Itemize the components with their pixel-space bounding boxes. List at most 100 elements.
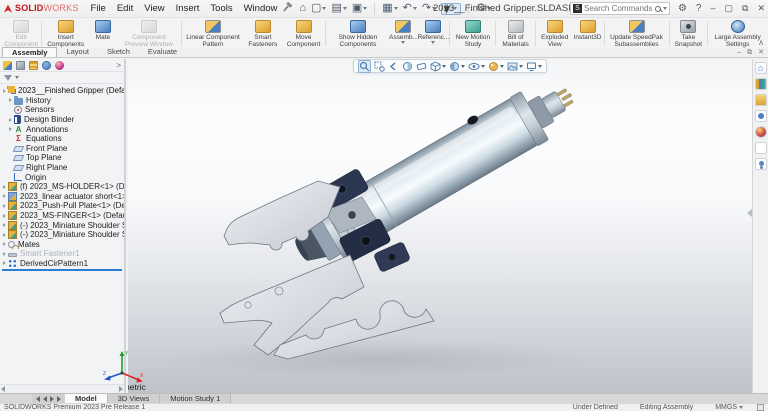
status-units-selector[interactable]: MMGS bbox=[715, 404, 743, 411]
tab-layout[interactable]: Layout bbox=[57, 47, 98, 57]
doc-close-button[interactable]: ✕ bbox=[758, 48, 764, 58]
tree-item-annotations[interactable]: A Annotations bbox=[2, 124, 124, 134]
tree-root-item[interactable]: 2023__Finished Gripper (Default) bbox=[2, 86, 124, 96]
search-dropdown-caret-icon[interactable] bbox=[663, 7, 667, 10]
search-icon[interactable] bbox=[655, 5, 661, 12]
home-button[interactable]: ⌂ bbox=[299, 3, 306, 14]
expand-arrow-icon[interactable] bbox=[3, 184, 6, 189]
close-button[interactable]: ✕ bbox=[757, 2, 765, 14]
view-settings-button[interactable] bbox=[526, 61, 542, 72]
undo-button[interactable]: ↶ bbox=[403, 3, 417, 14]
tab-scroll-last-icon[interactable] bbox=[57, 395, 61, 402]
connector-pin[interactable] bbox=[561, 92, 573, 102]
expand-arrow-icon[interactable] bbox=[3, 194, 6, 199]
clamp-screw[interactable] bbox=[388, 253, 396, 261]
restore-button[interactable]: ⧉ bbox=[742, 2, 748, 14]
appearances-scenes-icon[interactable] bbox=[754, 126, 767, 138]
ribbon-collapse-chevron[interactable]: ∧ bbox=[758, 38, 764, 47]
gripper-assembly-model[interactable] bbox=[128, 59, 752, 393]
tree-item-derived-cir-pattern[interactable]: DerivedCirPattern1 bbox=[2, 258, 124, 269]
menu-edit[interactable]: Edit bbox=[117, 3, 133, 14]
connector-pin[interactable] bbox=[562, 99, 574, 108]
tree-item-shoulder-screw-1[interactable]: (-) 2023_Miniature Shoulder Screw bbox=[2, 220, 124, 230]
search-scope-icon[interactable]: S bbox=[573, 4, 582, 13]
ribbon-move-component-button[interactable]: Move Component bbox=[283, 19, 325, 51]
menu-tools[interactable]: Tools bbox=[210, 3, 232, 14]
tab-motion-study-1[interactable]: Motion Study 1 bbox=[160, 394, 232, 403]
settings-gear-button[interactable]: ⚙ bbox=[678, 3, 687, 14]
save-button[interactable]: ▣ bbox=[352, 3, 368, 14]
doc-minimize-button[interactable]: – bbox=[737, 48, 741, 58]
tree-item-front-plane[interactable]: Front Plane bbox=[2, 144, 124, 154]
design-library-icon[interactable] bbox=[754, 78, 767, 90]
tab-sketch[interactable]: Sketch bbox=[98, 47, 139, 57]
hide-show-items-button[interactable] bbox=[468, 61, 485, 72]
tab-assembly[interactable]: Assembly bbox=[2, 47, 58, 57]
tree-item-sensors[interactable]: Sensors bbox=[2, 105, 124, 115]
expand-arrow-icon[interactable] bbox=[3, 261, 6, 266]
tree-item-equations[interactable]: Σ Equations bbox=[2, 134, 124, 144]
pivot-screw[interactable] bbox=[348, 211, 356, 219]
section-view-button[interactable] bbox=[402, 61, 413, 72]
expand-arrow-icon[interactable] bbox=[3, 223, 6, 228]
open-button[interactable]: ▤ bbox=[331, 3, 347, 14]
status-tag-icon[interactable] bbox=[757, 404, 764, 411]
doc-restore-button[interactable]: ⧉ bbox=[747, 48, 752, 58]
tab-scroll-first-icon[interactable] bbox=[36, 395, 40, 402]
tree-item-design-binder[interactable]: Design Binder bbox=[2, 115, 124, 125]
zoom-to-area-button[interactable] bbox=[374, 61, 385, 72]
tree-item-origin[interactable]: Origin bbox=[2, 172, 124, 182]
solidworks-resources-icon[interactable]: ⌂ bbox=[754, 62, 767, 74]
tree-item-smart-fastener[interactable]: Smart Fastener1 bbox=[2, 249, 124, 259]
tab-evaluate[interactable]: Evaluate bbox=[139, 47, 186, 57]
tree-item-shoulder-screw-2[interactable]: (-) 2023_Miniature Shoulder Screw bbox=[2, 230, 124, 240]
edit-appearance-button[interactable] bbox=[488, 61, 504, 72]
graphics-viewport[interactable]: *Isometric bbox=[128, 59, 752, 393]
menu-insert[interactable]: Insert bbox=[176, 3, 200, 14]
display-style-button[interactable] bbox=[449, 61, 465, 72]
expand-arrow-icon[interactable] bbox=[3, 88, 6, 93]
ribbon-assembly-features-button[interactable]: Assemb... bbox=[388, 19, 418, 48]
expand-arrow-icon[interactable] bbox=[3, 242, 6, 247]
tree-item-right-plane[interactable]: Right Plane bbox=[2, 163, 124, 173]
ribbon-smart-fasteners-button[interactable]: Smart Fasteners bbox=[243, 19, 282, 48]
expand-arrow-icon[interactable] bbox=[9, 117, 12, 122]
ribbon-mate-button[interactable]: Mate bbox=[88, 19, 118, 48]
rollback-bar[interactable] bbox=[2, 269, 122, 272]
new-document-button[interactable]: ▢ bbox=[311, 3, 327, 14]
featuremanager-tree-tab-icon[interactable] bbox=[3, 60, 12, 70]
expand-arrow-icon[interactable] bbox=[3, 213, 6, 218]
dynamic-annotation-views-button[interactable] bbox=[416, 61, 427, 72]
tree-item-ms-finger[interactable]: 2023_MS-FINGER<1> (Default) bbox=[2, 211, 124, 221]
tree-item-top-plane[interactable]: Top Plane bbox=[2, 153, 124, 163]
tab-scroll-left-icon[interactable] bbox=[43, 395, 47, 402]
taskpane-collapse-arrow[interactable] bbox=[747, 209, 752, 217]
filter-dropdown-caret-icon[interactable] bbox=[15, 76, 19, 79]
menu-window[interactable]: Window bbox=[244, 3, 278, 14]
ribbon-instant3d-button[interactable]: Instant3D bbox=[573, 19, 603, 48]
tree-item-push-pull-plate[interactable]: 2023_Push-Pull Plate<1> (Default) bbox=[2, 201, 124, 211]
ribbon-update-speedpak-button[interactable]: Update SpeedPak Subassemblies bbox=[606, 19, 668, 48]
expand-arrow-icon[interactable] bbox=[3, 203, 6, 208]
ribbon-new-motion-study-button[interactable]: New Motion Study bbox=[451, 19, 494, 48]
tree-item-ms-holder[interactable]: (f) 2023_MS-HOLDER<1> (Default) bbox=[2, 182, 124, 192]
pin-menu-icon[interactable] bbox=[283, 5, 290, 12]
ribbon-linear-pattern-button[interactable]: Linear Component Pattern bbox=[183, 19, 243, 51]
search-input[interactable] bbox=[584, 4, 653, 13]
linear-actuator-body[interactable] bbox=[283, 67, 585, 276]
tab-3d-views[interactable]: 3D Views bbox=[107, 394, 161, 403]
menu-view[interactable]: View bbox=[144, 3, 164, 14]
dimxpertmanager-tab-icon[interactable] bbox=[42, 60, 51, 70]
expand-arrow-icon[interactable] bbox=[9, 127, 12, 132]
actuator-cylinder[interactable] bbox=[337, 98, 539, 246]
ribbon-exploded-view-button[interactable]: Exploded View bbox=[537, 19, 573, 51]
tab-model[interactable]: Model bbox=[65, 394, 108, 403]
ribbon-insert-components-button[interactable]: Insert Components bbox=[43, 19, 88, 51]
custom-properties-icon[interactable] bbox=[754, 142, 767, 154]
ribbon-show-hidden-button[interactable]: Show Hidden Components bbox=[327, 19, 388, 48]
help-button[interactable]: ? bbox=[696, 3, 702, 14]
solidworks-forum-icon[interactable] bbox=[754, 158, 767, 170]
print-button[interactable]: ▦ bbox=[382, 3, 398, 14]
tab-scroll-right-icon[interactable] bbox=[50, 395, 54, 402]
scroll-left-arrow-icon[interactable] bbox=[1, 386, 5, 392]
